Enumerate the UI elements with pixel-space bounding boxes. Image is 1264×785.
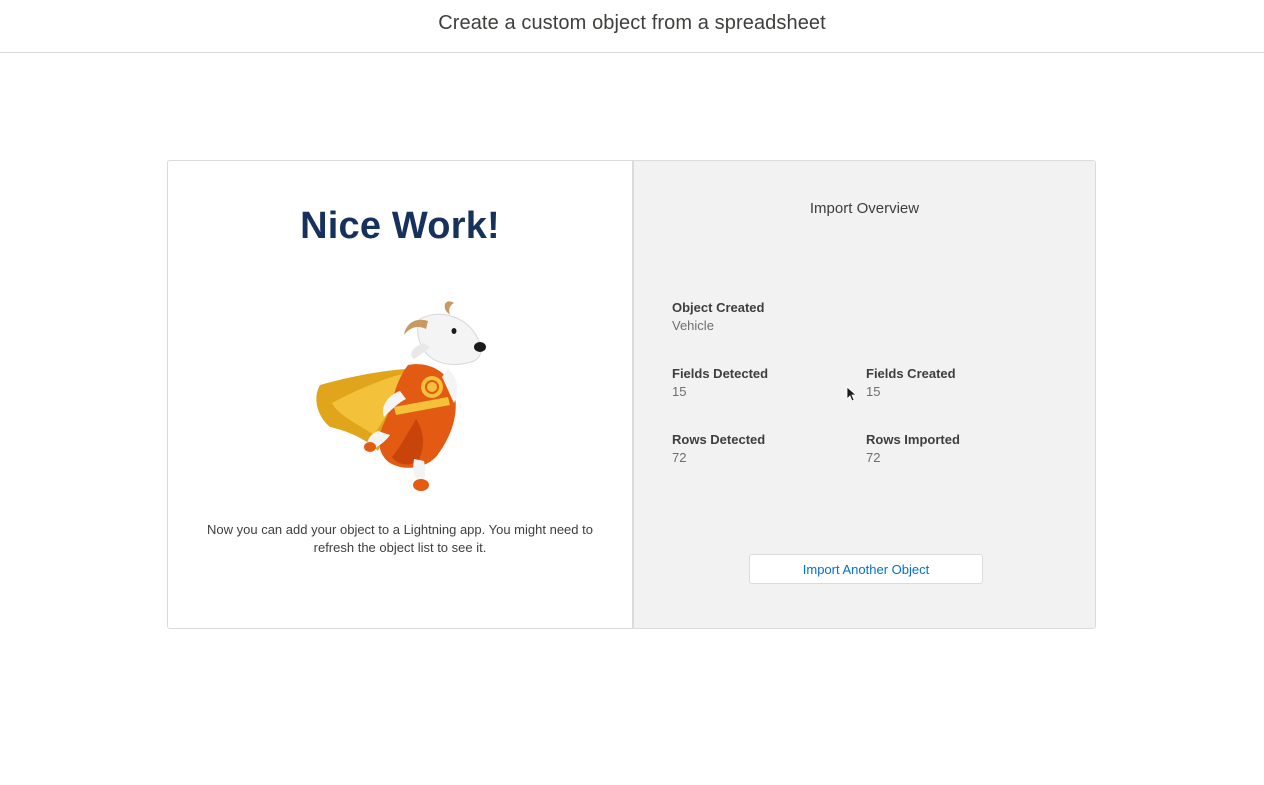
rows-imported-value: 72 <box>866 450 881 465</box>
import-result-card: Nice Work! Now you can add your object t… <box>167 160 1096 629</box>
fields-detected-label: Fields Detected <box>672 366 769 381</box>
fields-created-label: Fields Created <box>866 366 956 381</box>
object-created-stat: Object Created Vehicle <box>672 299 764 335</box>
mouse-cursor-icon <box>846 386 856 402</box>
fields-created-stat: Fields Created 15 <box>866 365 956 401</box>
rows-detected-label: Rows Detected <box>672 432 766 447</box>
rows-detected-stat: Rows Detected 72 <box>672 431 765 467</box>
object-created-value: Vehicle <box>672 318 714 333</box>
rows-detected-value: 72 <box>672 450 687 465</box>
success-headline: Nice Work! <box>300 205 500 247</box>
rows-imported-label: Rows Imported <box>866 432 960 447</box>
page-header: Create a custom object from a spreadshee… <box>0 0 1264 53</box>
fields-detected-value: 15 <box>672 384 687 399</box>
fields-created-value: 15 <box>866 384 881 399</box>
success-panel: Nice Work! Now you can add your object t… <box>168 161 634 628</box>
goat-superhero-mascot-icon <box>316 301 486 491</box>
import-another-object-button[interactable]: Import Another Object <box>749 554 983 584</box>
import-overview-title: Import Overview <box>809 200 920 217</box>
import-overview-panel: Import Overview Object Created Vehicle F… <box>634 161 1095 628</box>
page-title: Create a custom object from a spreadshee… <box>438 12 826 34</box>
fields-detected-stat: Fields Detected 15 <box>672 365 768 401</box>
object-created-label: Object Created <box>672 300 765 315</box>
next-steps-note: Now you can add your object to a Lightni… <box>207 522 593 555</box>
rows-imported-stat: Rows Imported 72 <box>866 431 960 467</box>
